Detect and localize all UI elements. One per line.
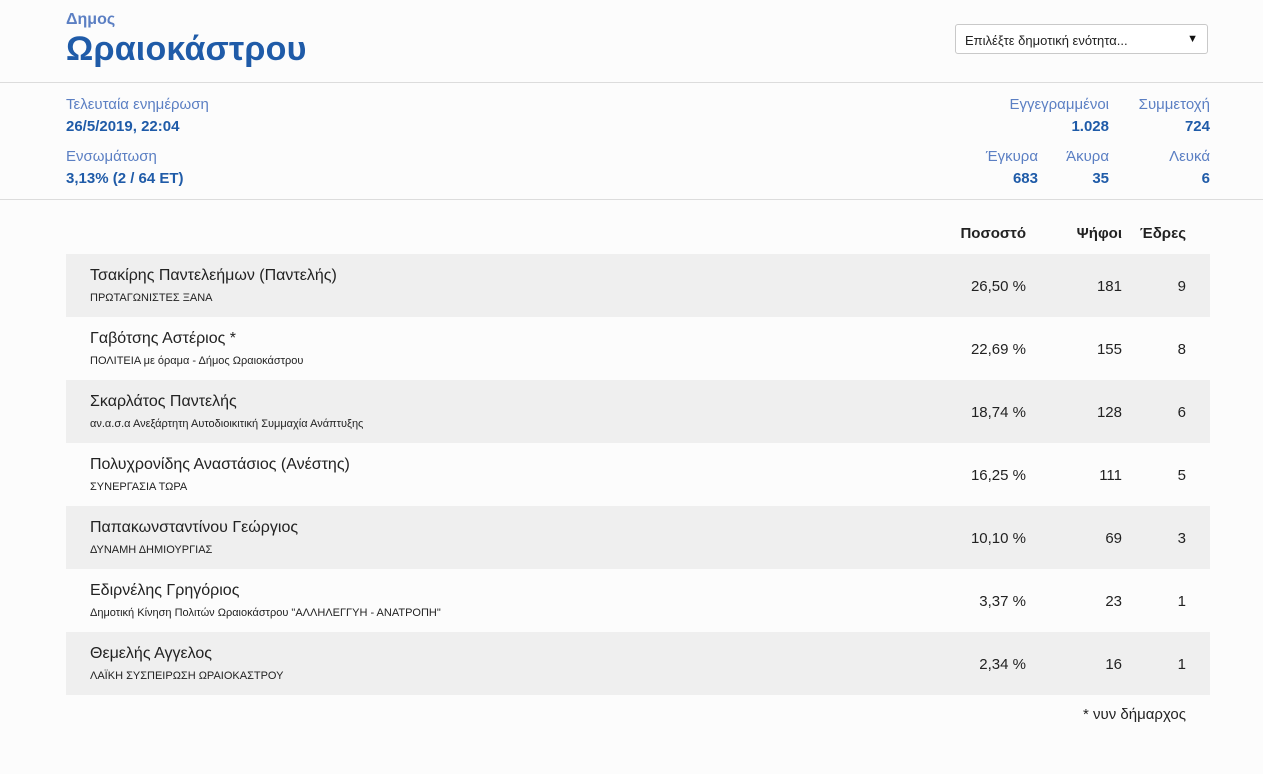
party-name: ΣΥΝΕΡΓΑΣΙΑ ΤΩΡΑ bbox=[90, 481, 188, 493]
votes-column-header: Ψήφοι bbox=[1076, 225, 1122, 242]
table-header: Ποσοστό Ψήφοι Έδρες bbox=[66, 222, 1210, 254]
table-body: Τσακίρης Παντελεήμων (Παντελής) ΠΡΩΤΑΓΩΝ… bbox=[66, 254, 1210, 695]
candidate-name: Πολυχρονίδης Αναστάσιος (Ανέστης) bbox=[90, 456, 350, 473]
party-name: ΠΟΛΙΤΕΙΑ με όραμα - Δήμος Ωραιοκάστρου bbox=[90, 355, 304, 367]
candidate-name: Τσακίρης Παντελεήμων (Παντελής) bbox=[90, 267, 337, 284]
municipality-label: Δημος bbox=[66, 11, 116, 28]
percent-column-header: Ποσοστό bbox=[960, 225, 1026, 242]
invalid-label: Άκυρα bbox=[1066, 148, 1109, 165]
party-name: αν.α.σ.α Ανεξάρτητη Αυτοδιοικιτική Συμμα… bbox=[90, 418, 364, 430]
integration-value: 3,13% (2 / 64 ΕΤ) bbox=[66, 170, 184, 187]
party-name: ΠΡΩΤΑΓΩΝΙΣΤΕΣ ΞΑΝΑ bbox=[90, 292, 213, 304]
votes-cell: 181 bbox=[1096, 278, 1122, 295]
percent-cell: 10,10 % bbox=[970, 530, 1026, 547]
seats-cell: 1 bbox=[1177, 656, 1186, 673]
page-header: Δημος Ωραιοκάστρου Επιλέξτε δημοτική ενό… bbox=[0, 0, 1263, 83]
percent-cell: 3,37 % bbox=[979, 593, 1026, 610]
votes-cell: 16 bbox=[1105, 656, 1122, 673]
last-update-value: 26/5/2019, 22:04 bbox=[66, 118, 180, 135]
party-name: ΛΑΪΚΗ ΣΥΣΠΕΙΡΩΣΗ ΩΡΑΙΟΚΑΣΤΡΟΥ bbox=[90, 670, 284, 682]
table-row: Παπακωνσταντίνου Γεώργιος ΔΥΝΑΜΗ ΔΗΜΙΟΥΡ… bbox=[66, 506, 1210, 569]
turnout-label: Συμμετοχή bbox=[1138, 96, 1210, 113]
registered-value: 1.028 bbox=[1071, 118, 1109, 135]
integration-label: Ενσωμάτωση bbox=[66, 148, 157, 165]
stats-panel: Τελευταία ενημέρωση 26/5/2019, 22:04 Ενσ… bbox=[0, 83, 1263, 200]
candidate-name: Θεμελής Αγγελος bbox=[90, 645, 212, 662]
votes-cell: 111 bbox=[1099, 467, 1122, 484]
valid-value: 683 bbox=[1012, 170, 1038, 187]
candidate-name: Εδιρνέλης Γρηγόριος bbox=[90, 582, 240, 599]
percent-cell: 26,50 % bbox=[970, 278, 1026, 295]
seats-cell: 8 bbox=[1177, 341, 1186, 358]
candidate-name: Παπακωνσταντίνου Γεώργιος bbox=[90, 519, 299, 536]
municipal-unit-select-value: Επιλέξτε δημοτική ενότητα... bbox=[965, 33, 1128, 48]
blank-label: Λευκά bbox=[1169, 148, 1210, 165]
invalid-value: 35 bbox=[1092, 170, 1109, 187]
percent-cell: 22,69 % bbox=[970, 341, 1026, 358]
table-row: Εδιρνέλης Γρηγόριος Δημοτική Κίνηση Πολι… bbox=[66, 569, 1210, 632]
seats-cell: 1 bbox=[1177, 593, 1186, 610]
percent-cell: 18,74 % bbox=[970, 404, 1026, 421]
table-row: Πολυχρονίδης Αναστάσιος (Ανέστης) ΣΥΝΕΡΓ… bbox=[66, 443, 1210, 506]
party-name: Δημοτική Κίνηση Πολιτών Ωραιοκάστρου "ΑΛ… bbox=[90, 607, 441, 619]
candidate-name: Γαβότσης Αστέριος * bbox=[90, 330, 237, 347]
table-row: Θεμελής Αγγελος ΛΑΪΚΗ ΣΥΣΠΕΙΡΩΣΗ ΩΡΑΙΟΚΑ… bbox=[66, 632, 1210, 695]
blank-value: 6 bbox=[1201, 170, 1210, 187]
table-row: Γαβότσης Αστέριος * ΠΟΛΙΤΕΙΑ με όραμα - … bbox=[66, 317, 1210, 380]
municipal-unit-select[interactable]: Επιλέξτε δημοτική ενότητα... ▼ bbox=[955, 24, 1208, 54]
seats-cell: 3 bbox=[1177, 530, 1186, 547]
valid-label: Έγκυρα bbox=[985, 148, 1038, 165]
seats-cell: 9 bbox=[1177, 278, 1186, 295]
votes-cell: 128 bbox=[1096, 404, 1122, 421]
table-row: Σκαρλάτος Παντελής αν.α.σ.α Ανεξάρτητη Α… bbox=[66, 380, 1210, 443]
seats-cell: 5 bbox=[1177, 467, 1186, 484]
seats-column-header: Έδρες bbox=[1139, 225, 1186, 242]
registered-label: Εγγεγραμμένοι bbox=[1009, 96, 1109, 113]
last-update-label: Τελευταία ενημέρωση bbox=[66, 96, 209, 113]
page-title: Ωραιοκάστρου bbox=[66, 30, 307, 68]
votes-cell: 155 bbox=[1096, 341, 1122, 358]
results-table: Ποσοστό Ψήφοι Έδρες Τσακίρης Παντελεήμων… bbox=[66, 222, 1210, 695]
chevron-down-icon: ▼ bbox=[1187, 33, 1198, 45]
party-name: ΔΥΝΑΜΗ ΔΗΜΙΟΥΡΓΙΑΣ bbox=[90, 544, 213, 556]
seats-cell: 6 bbox=[1177, 404, 1186, 421]
turnout-value: 724 bbox=[1184, 118, 1210, 135]
votes-cell: 23 bbox=[1105, 593, 1122, 610]
percent-cell: 2,34 % bbox=[979, 656, 1026, 673]
percent-cell: 16,25 % bbox=[970, 467, 1026, 484]
table-row: Τσακίρης Παντελεήμων (Παντελής) ΠΡΩΤΑΓΩΝ… bbox=[66, 254, 1210, 317]
votes-cell: 69 bbox=[1105, 530, 1122, 547]
candidate-name: Σκαρλάτος Παντελής bbox=[90, 393, 237, 410]
incumbent-mayor-footnote: * νυν δήμαρχος bbox=[1083, 706, 1186, 723]
